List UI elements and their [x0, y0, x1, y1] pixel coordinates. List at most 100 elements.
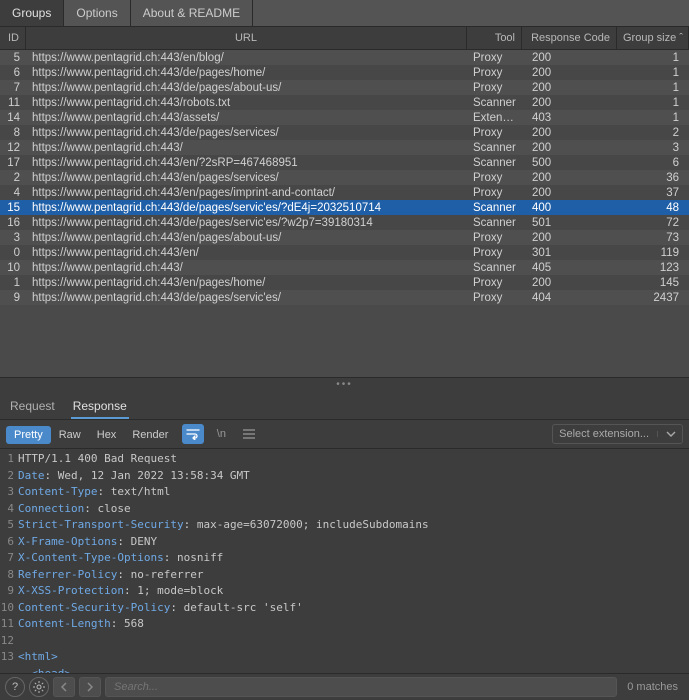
tab-response[interactable]: Response [71, 395, 129, 419]
search-input[interactable] [105, 677, 617, 697]
viewer-toolbar: PrettyRawHexRender \n Select extension..… [0, 420, 689, 449]
cell-id: 0 [0, 247, 26, 259]
col-id[interactable]: ID [0, 27, 26, 49]
cell-code: 501 [522, 217, 617, 229]
cell-tool: Proxy [467, 247, 522, 259]
cell-url: https://www.pentagrid.ch:443/en/ [26, 247, 467, 259]
hamburger-icon[interactable] [238, 424, 260, 444]
cell-code: 200 [522, 277, 617, 289]
cell-id: 7 [0, 82, 26, 94]
cell-tool: Scanner [467, 202, 522, 214]
cell-size: 123 [617, 262, 689, 274]
cell-size: 2 [617, 127, 689, 139]
table-row[interactable]: 6https://www.pentagrid.ch:443/de/pages/h… [0, 65, 689, 80]
cell-size: 36 [617, 172, 689, 184]
cell-id: 11 [0, 97, 26, 109]
cell-id: 4 [0, 187, 26, 199]
tab-groups[interactable]: Groups [0, 0, 64, 26]
col-group-size[interactable]: Group size ˆ [617, 27, 689, 49]
table-row[interactable]: 14https://www.pentagrid.ch:443/assets/Ex… [0, 110, 689, 125]
viewer-render[interactable]: Render [124, 426, 176, 444]
cell-tool: Proxy [467, 127, 522, 139]
cell-tool: Proxy [467, 232, 522, 244]
cell-tool: Proxy [467, 277, 522, 289]
cell-tool: Scanner [467, 157, 522, 169]
cell-url: https://www.pentagrid.ch:443/ [26, 262, 467, 274]
cell-code: 200 [522, 97, 617, 109]
cell-code: 200 [522, 142, 617, 154]
table-row[interactable]: 15https://www.pentagrid.ch:443/de/pages/… [0, 200, 689, 215]
code-line: 11Content-Length: 568 [0, 616, 689, 633]
cell-size: 119 [617, 247, 689, 259]
table-row[interactable]: 4https://www.pentagrid.ch:443/en/pages/i… [0, 185, 689, 200]
cell-tool: Proxy [467, 187, 522, 199]
inspector-tabs: Request Response [0, 391, 689, 420]
cell-size: 6 [617, 157, 689, 169]
code-line: 6X-Frame-Options: DENY [0, 534, 689, 551]
table-row[interactable]: 16https://www.pentagrid.ch:443/de/pages/… [0, 215, 689, 230]
sort-asc-icon: ˆ [679, 32, 683, 44]
cell-code: 200 [522, 232, 617, 244]
viewer-raw[interactable]: Raw [51, 426, 89, 444]
chevron-down-icon [657, 431, 676, 437]
cell-code: 200 [522, 187, 617, 199]
code-line: 2Date: Wed, 12 Jan 2022 13:58:34 GMT [0, 468, 689, 485]
splitter[interactable]: ••• [0, 377, 689, 391]
table-row[interactable]: 8https://www.pentagrid.ch:443/de/pages/s… [0, 125, 689, 140]
viewer-hex[interactable]: Hex [89, 426, 125, 444]
table-row[interactable]: 0https://www.pentagrid.ch:443/en/Proxy30… [0, 245, 689, 260]
cell-code: 403 [522, 112, 617, 124]
table-row[interactable]: 11https://www.pentagrid.ch:443/robots.tx… [0, 95, 689, 110]
table-row[interactable]: 5https://www.pentagrid.ch:443/en/blog/Pr… [0, 50, 689, 65]
table-row[interactable]: 7https://www.pentagrid.ch:443/de/pages/a… [0, 80, 689, 95]
cell-code: 400 [522, 202, 617, 214]
cell-url: https://www.pentagrid.ch:443/de/pages/se… [26, 292, 467, 304]
help-icon[interactable]: ? [5, 677, 25, 697]
tab-request[interactable]: Request [8, 395, 57, 419]
table-row[interactable]: 12https://www.pentagrid.ch:443/Scanner20… [0, 140, 689, 155]
table-row[interactable]: 1https://www.pentagrid.ch:443/en/pages/h… [0, 275, 689, 290]
wrap-icon[interactable] [182, 424, 204, 444]
cell-code: 200 [522, 82, 617, 94]
show-newlines-icon[interactable]: \n [210, 424, 232, 444]
cell-size: 2437 [617, 292, 689, 304]
cell-id: 9 [0, 292, 26, 304]
tab-about-readme[interactable]: About & README [131, 0, 253, 26]
table-row[interactable]: 2https://www.pentagrid.ch:443/en/pages/s… [0, 170, 689, 185]
col-response-code[interactable]: Response Code [522, 27, 617, 49]
table-row[interactable]: 3https://www.pentagrid.ch:443/en/pages/a… [0, 230, 689, 245]
code-line: 3Content-Type: text/html [0, 484, 689, 501]
cell-url: https://www.pentagrid.ch:443/de/pages/se… [26, 202, 467, 214]
table-row[interactable]: 9https://www.pentagrid.ch:443/de/pages/s… [0, 290, 689, 305]
bottom-bar: ? 0 matches [0, 673, 689, 700]
col-tool[interactable]: Tool [467, 27, 522, 49]
viewer-pretty[interactable]: Pretty [6, 426, 51, 444]
code-line: 10Content-Security-Policy: default-src '… [0, 600, 689, 617]
table-row[interactable]: 10https://www.pentagrid.ch:443/Scanner40… [0, 260, 689, 275]
cell-size: 1 [617, 52, 689, 64]
table-row[interactable]: 17https://www.pentagrid.ch:443/en/?2sRP=… [0, 155, 689, 170]
cell-id: 15 [0, 202, 26, 214]
cell-tool: Proxy [467, 52, 522, 64]
cell-size: 37 [617, 187, 689, 199]
cell-id: 14 [0, 112, 26, 124]
cell-size: 1 [617, 67, 689, 79]
response-view[interactable]: 1HTTP/1.1 400 Bad Request2Date: Wed, 12 … [0, 449, 689, 673]
cell-id: 12 [0, 142, 26, 154]
top-tabs: GroupsOptionsAbout & README [0, 0, 689, 27]
cell-tool: Proxy [467, 67, 522, 79]
match-count: 0 matches [621, 681, 684, 693]
extension-select[interactable]: Select extension... [552, 424, 683, 444]
gear-icon[interactable] [29, 677, 49, 697]
code-line: <head> [0, 666, 689, 674]
prev-button[interactable] [53, 677, 75, 697]
tab-options[interactable]: Options [64, 0, 130, 26]
cell-size: 3 [617, 142, 689, 154]
cell-id: 16 [0, 217, 26, 229]
col-url[interactable]: URL [26, 27, 467, 49]
cell-size: 73 [617, 232, 689, 244]
cell-url: https://www.pentagrid.ch:443/en/pages/ab… [26, 232, 467, 244]
cell-tool: Proxy [467, 292, 522, 304]
code-line: 7X-Content-Type-Options: nosniff [0, 550, 689, 567]
next-button[interactable] [79, 677, 101, 697]
